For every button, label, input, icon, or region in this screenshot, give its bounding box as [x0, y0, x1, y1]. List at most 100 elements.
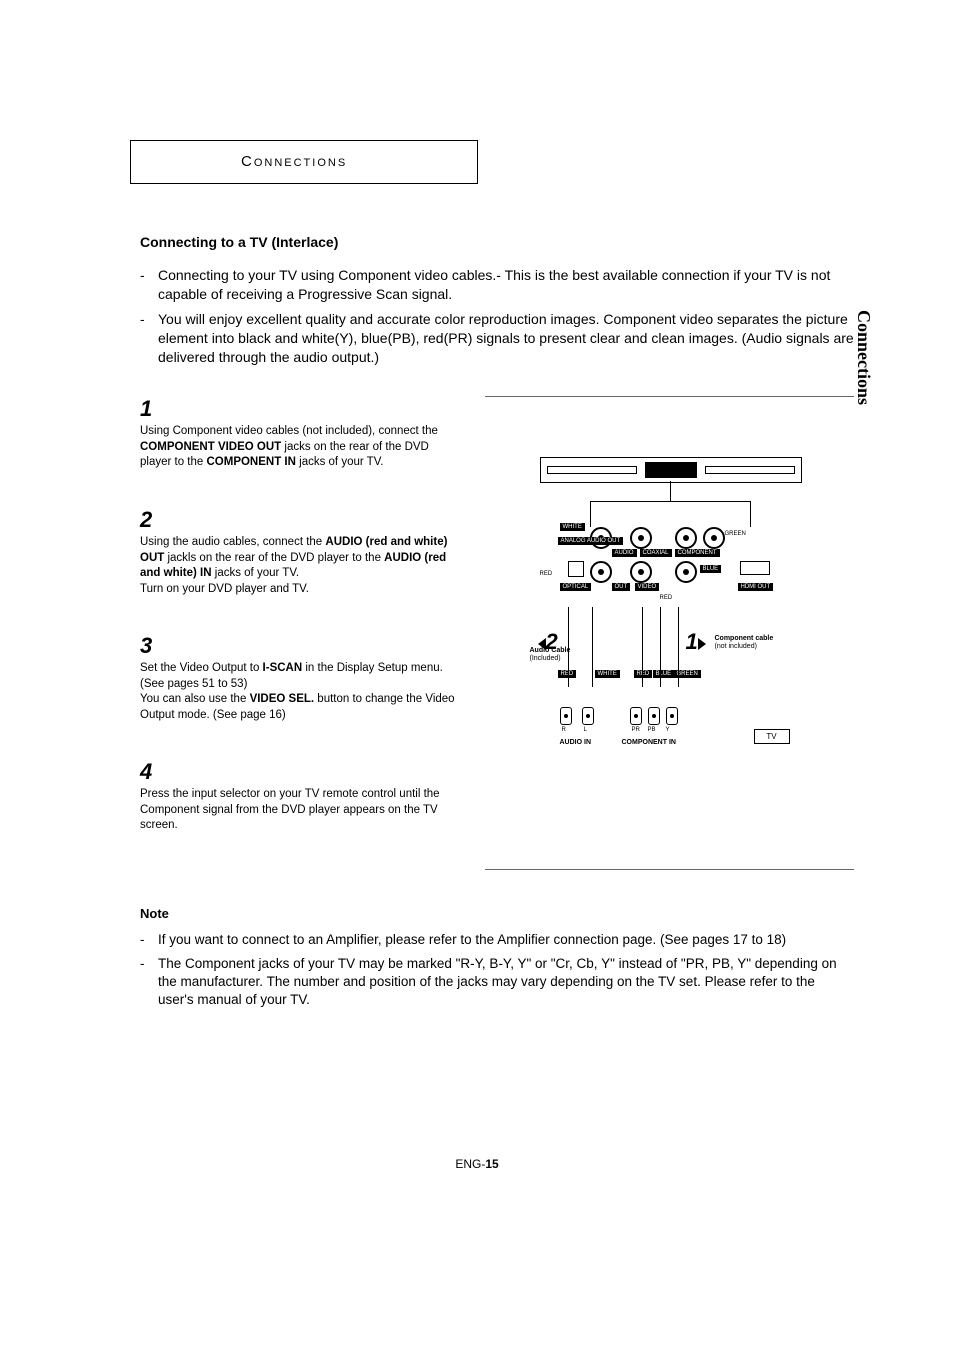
note-list: - If you want to connect to an Amplifier…: [140, 931, 854, 1010]
step-text: jacks of your TV.: [296, 456, 384, 468]
cable-line: [568, 607, 569, 687]
connection-diagram: WHITE ANALOG AUDIO OUT AUDIO COAXIAL COM…: [530, 457, 810, 767]
dash-icon: -: [140, 931, 158, 949]
step-number: 2: [140, 507, 455, 533]
hdmi-port: [740, 561, 770, 575]
step-number: 3: [140, 633, 455, 659]
tv-pr-label: PR: [632, 727, 640, 733]
analog-audio-label: ANALOG AUDIO OUT: [558, 537, 624, 545]
intro-item: - Connecting to your TV using Component …: [140, 266, 854, 304]
optical-label: OPTICAL: [560, 583, 592, 591]
intro-list: - Connecting to your TV using Component …: [140, 266, 854, 366]
step-text: Turn on your DVD player and TV.: [140, 583, 309, 595]
section-header: Connections: [241, 153, 347, 170]
step-2: 2 Using the audio cables, connect the AU…: [140, 507, 455, 597]
white-label: WHITE: [595, 670, 620, 678]
step-number: 4: [140, 759, 455, 785]
step-3: 3 Set the Video Output to I-SCAN in the …: [140, 633, 455, 723]
intro-item: - You will enjoy excellent quality and a…: [140, 310, 854, 367]
step-body: Set the Video Output to I-SCAN in the Di…: [140, 661, 455, 723]
video-label: VIDEO: [635, 583, 660, 591]
tv-y-label: Y: [666, 727, 670, 733]
dash-icon: -: [140, 955, 158, 1010]
tv-component-jack: [630, 707, 642, 725]
component-label: COMPONENT: [675, 549, 720, 557]
red-label: RED: [540, 571, 553, 577]
tv-audio-jack: [582, 707, 594, 725]
dvd-player-front: [540, 457, 802, 483]
out-label: OUT: [612, 583, 631, 591]
component-cable-label: Component cable(not included): [715, 635, 774, 650]
subtitle: Connecting to a TV (Interlace): [140, 234, 854, 250]
hdmi-label: HDMI OUT: [738, 583, 774, 591]
step-text: Set the Video Output to: [140, 662, 263, 674]
step-text: jacks of your TV.: [212, 567, 300, 579]
component-jack: [675, 527, 697, 549]
intro-text: Connecting to your TV using Component vi…: [158, 266, 854, 304]
connector-line: [590, 501, 750, 502]
diagram-arrow-1: 1: [686, 629, 706, 655]
step-text: Using Component video cables (not includ…: [140, 425, 438, 437]
diagram-column: WHITE ANALOG AUDIO OUT AUDIO COAXIAL COM…: [485, 396, 854, 869]
side-tab: Connections: [853, 310, 874, 405]
note-text: If you want to connect to an Amplifier, …: [158, 931, 854, 949]
white-label: WHITE: [560, 523, 585, 531]
audio-cable-label: Audio Cable(Included): [530, 647, 571, 662]
cable-line: [642, 607, 643, 687]
page-num-value: 15: [485, 1157, 498, 1171]
page: Connections Connections Connecting to a …: [0, 0, 954, 1010]
step-1: 1 Using Component video cables (not incl…: [140, 396, 455, 471]
optical-port: [568, 561, 584, 577]
note-heading: Note: [140, 906, 854, 921]
audio-label: AUDIO: [612, 549, 637, 557]
coaxial-jack: [630, 527, 652, 549]
step-bold: COMPONENT IN: [206, 456, 295, 468]
step-bold: I-SCAN: [263, 662, 303, 674]
coaxial-label: COAXIAL: [640, 549, 672, 557]
green-label: GREEN: [725, 531, 746, 537]
tv-audio-jack: [560, 707, 572, 725]
tv-component-jack: [666, 707, 678, 725]
blue-label: BLUE: [700, 565, 722, 573]
step-text: jackls on the rear of the DVD player to …: [164, 552, 384, 564]
step-bold: COMPONENT VIDEO OUT: [140, 441, 281, 453]
columns: 1 Using Component video cables (not incl…: [140, 396, 854, 869]
tv-pb-label: PB: [648, 727, 656, 733]
tv-label: TV: [754, 729, 790, 744]
audio-jack: [590, 561, 612, 583]
red-label: RED: [660, 595, 673, 601]
cable-line: [678, 607, 679, 687]
connector-line: [750, 501, 751, 527]
component-jack: [703, 527, 725, 549]
component-jack: [675, 561, 697, 583]
note-text: The Component jacks of your TV may be ma…: [158, 955, 854, 1010]
step-number: 1: [140, 396, 455, 422]
step-body: Using the audio cables, connect the AUDI…: [140, 535, 455, 597]
dash-icon: -: [140, 310, 158, 367]
step-bold: VIDEO SEL.: [250, 693, 315, 705]
section-header-box: Connections: [130, 140, 478, 184]
blue-label: BLUE: [653, 670, 675, 678]
tv-inputs: R L PR PB Y AUDIO IN COMPONENT IN TV: [560, 707, 780, 767]
tv-audio-in-label: AUDIO IN: [560, 739, 592, 746]
red-label: RED: [634, 670, 653, 678]
steps-column: 1 Using Component video cables (not incl…: [140, 396, 455, 869]
dash-icon: -: [140, 266, 158, 304]
step-text: You can also use the: [140, 693, 250, 705]
connector-line: [670, 481, 671, 501]
step-body: Using Component video cables (not includ…: [140, 424, 455, 471]
step-text: Using the audio cables, connect the: [140, 536, 325, 548]
step-4: 4 Press the input selector on your TV re…: [140, 759, 455, 834]
cable-line: [660, 607, 661, 687]
tv-component-in-label: COMPONENT IN: [622, 739, 676, 746]
note-item: - If you want to connect to an Amplifier…: [140, 931, 854, 949]
page-prefix: ENG-: [455, 1157, 485, 1171]
tv-component-jack: [648, 707, 660, 725]
step-body: Press the input selector on your TV remo…: [140, 787, 455, 834]
tv-l-label: L: [584, 727, 587, 733]
cable-line: [592, 607, 593, 687]
video-jack: [630, 561, 652, 583]
dvd-player-rear: WHITE ANALOG AUDIO OUT AUDIO COAXIAL COM…: [540, 527, 800, 607]
intro-text: You will enjoy excellent quality and acc…: [158, 310, 854, 367]
page-number: ENG-15: [0, 1157, 954, 1171]
